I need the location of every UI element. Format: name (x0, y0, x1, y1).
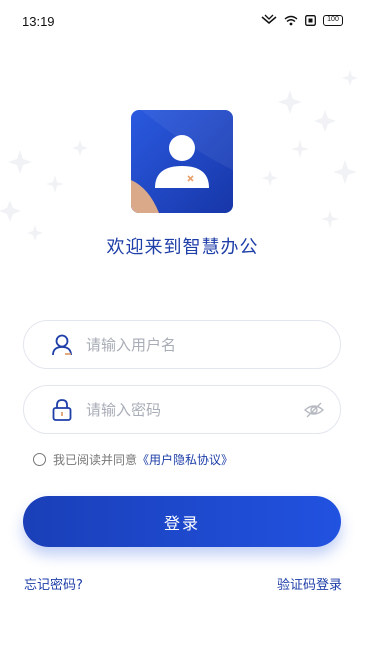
status-time: 13:19 (22, 14, 55, 29)
username-field[interactable] (23, 320, 341, 369)
agreement-checkbox[interactable] (33, 452, 46, 466)
status-icons: 100 (261, 14, 343, 26)
forgot-password-link[interactable]: 忘记密码? (24, 574, 83, 593)
password-input[interactable] (86, 396, 296, 424)
wifi-icon (284, 15, 298, 25)
nfc-icon (261, 14, 277, 24)
sim-icon (305, 14, 316, 26)
user-avatar-icon (131, 110, 233, 213)
user-icon (52, 334, 72, 356)
eye-off-icon[interactable] (304, 400, 324, 420)
username-input[interactable] (86, 331, 296, 359)
app-title: 欢迎来到智慧办公 (106, 237, 259, 258)
agreement-row: 我已阅读并同意 《用户隐私协议》 (33, 450, 233, 468)
password-field[interactable] (23, 385, 341, 434)
lock-icon (52, 399, 72, 421)
privacy-policy-link[interactable]: 《用户隐私协议》 (137, 451, 233, 468)
status-bar: 13:19 100 (0, 0, 365, 44)
app-logo (131, 110, 233, 213)
battery-icon: 100 (323, 14, 343, 26)
sms-login-link[interactable]: 验证码登录 (277, 574, 342, 593)
agreement-text: 我已阅读并同意 (53, 452, 138, 467)
login-button[interactable]: 登录 (23, 496, 341, 547)
